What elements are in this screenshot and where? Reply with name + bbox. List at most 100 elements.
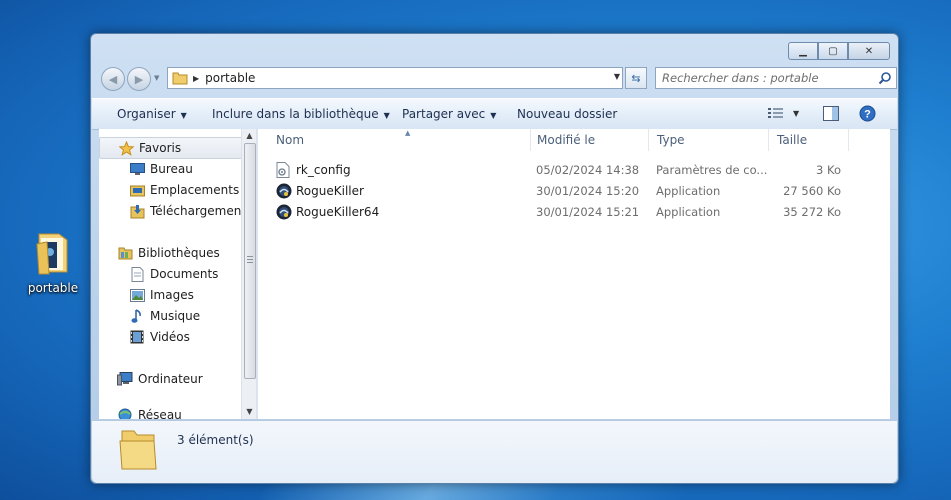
explorer-window: ▁ ▢ ✕ ◀ ▶ ▼ ▶ portable ▼ ⇆ Rechercher da…: [90, 33, 899, 484]
navigation-scrollbar[interactable]: ▲ ▼: [241, 129, 257, 419]
column-header-size[interactable]: Taille: [769, 129, 849, 151]
navigation-pane: Favoris Bureau Emplacements récents Télé…: [99, 129, 249, 419]
share-button[interactable]: Partager avec ▼: [402, 107, 496, 121]
roguekiller-app-icon: [276, 204, 292, 223]
nav-pictures[interactable]: Images: [129, 285, 194, 305]
nav-libraries[interactable]: Bibliothèques: [117, 243, 220, 263]
videos-icon: [129, 329, 145, 345]
nav-label: Vidéos: [150, 330, 190, 344]
close-button[interactable]: ✕: [848, 42, 890, 60]
minimize-button[interactable]: ▁: [788, 42, 818, 60]
navigation-row: ◀ ▶ ▼ ▶ portable ▼ ⇆ Rechercher dans : p…: [99, 66, 897, 92]
share-label: Partager avec: [402, 107, 486, 121]
close-icon: ✕: [864, 45, 874, 57]
folder-icon: [36, 233, 68, 275]
column-header-name[interactable]: Nom ▲: [268, 129, 531, 151]
desktop-folder-portable[interactable]: portable: [22, 230, 84, 295]
folder-icon: [119, 430, 157, 470]
preview-pane-icon: [823, 106, 839, 121]
file-type: Paramètres de co...: [656, 163, 768, 177]
svg-text:?: ?: [864, 109, 871, 121]
chevron-down-icon: ▼: [490, 111, 497, 120]
file-type: Application: [656, 205, 721, 219]
downloads-icon: [129, 203, 145, 219]
nav-desktop[interactable]: Bureau: [129, 159, 193, 179]
caption-buttons: ▁ ▢ ✕: [788, 42, 890, 60]
refresh-button[interactable]: ⇆: [625, 67, 647, 89]
command-bar: Organiser ▼ Inclure dans la bibliothèque ▼…: [92, 98, 897, 130]
column-size-label: Taille: [777, 133, 808, 147]
nav-label: Emplacements récents: [150, 183, 249, 197]
new-folder-label: Nouveau dossier: [517, 107, 618, 121]
nav-label: Images: [150, 288, 194, 302]
search-box[interactable]: Rechercher dans : portable: [655, 67, 897, 89]
maximize-icon: ▢: [828, 45, 838, 57]
music-icon: [129, 308, 145, 324]
breadcrumb-separator-icon[interactable]: ▶: [193, 74, 199, 83]
nav-label: Bureau: [150, 162, 193, 176]
pictures-icon: [129, 287, 145, 303]
nav-label: Téléchargements: [150, 204, 249, 218]
new-folder-button[interactable]: Nouveau dossier: [517, 107, 617, 121]
column-modified-label: Modifié le: [537, 133, 596, 147]
maximize-button[interactable]: ▢: [818, 42, 848, 60]
item-count: 3 élément(s): [177, 433, 254, 447]
address-bar[interactable]: ▶ portable ▼: [167, 67, 623, 89]
file-size: 3 Ko: [816, 163, 841, 177]
scroll-thumb[interactable]: [244, 143, 256, 379]
view-options-button[interactable]: ▼: [768, 107, 799, 119]
back-button[interactable]: ◀: [101, 67, 125, 91]
nav-network[interactable]: Réseau: [117, 405, 182, 419]
nav-music[interactable]: Musique: [129, 306, 200, 326]
documents-icon: [129, 266, 145, 282]
recent-places-icon: [129, 182, 145, 198]
organize-button[interactable]: Organiser ▼: [117, 107, 187, 121]
roguekiller-app-icon: [276, 183, 292, 202]
search-icon[interactable]: [878, 71, 892, 85]
view-list-icon: [768, 108, 783, 118]
preview-pane-button[interactable]: [823, 106, 839, 124]
forward-button[interactable]: ▶: [127, 67, 151, 91]
scroll-up-icon[interactable]: ▲: [242, 129, 257, 143]
star-icon: [118, 140, 134, 156]
column-header-modified[interactable]: Modifié le: [529, 129, 649, 151]
folder-icon: [172, 72, 188, 85]
organize-label: Organiser: [117, 107, 176, 121]
nav-downloads[interactable]: Téléchargements: [129, 201, 249, 221]
scroll-down-icon[interactable]: ▼: [242, 405, 257, 419]
search-input[interactable]: Rechercher dans : portable: [662, 71, 878, 85]
nav-computer[interactable]: Ordinateur: [117, 369, 203, 389]
libraries-icon: [117, 245, 133, 261]
file-modified: 30/01/2024 15:20: [536, 184, 640, 198]
nav-documents[interactable]: Documents: [129, 264, 218, 284]
nav-videos[interactable]: Vidéos: [129, 327, 190, 347]
chevron-down-icon: ▼: [154, 74, 160, 82]
file-modified: 05/02/2024 14:38: [536, 163, 640, 177]
help-button[interactable]: ?: [859, 105, 876, 125]
file-name: RogueKiller64: [296, 205, 380, 219]
nav-favorites[interactable]: Favoris: [99, 137, 249, 159]
file-type: Application: [656, 184, 721, 198]
back-arrow-icon: ◀: [108, 72, 118, 86]
breadcrumb-portable[interactable]: portable: [205, 71, 255, 85]
recent-pages-dropdown[interactable]: ▼: [154, 74, 159, 82]
chevron-down-icon: ▼: [180, 111, 187, 120]
include-library-label: Inclure dans la bibliothèque: [212, 107, 379, 121]
nav-label: Musique: [150, 309, 201, 323]
address-history-dropdown[interactable]: ▼: [614, 72, 620, 81]
nav-label: Documents: [150, 267, 219, 281]
details-pane: 3 élément(s): [92, 420, 897, 483]
nav-recent-places[interactable]: Emplacements récents: [129, 180, 249, 200]
nav-label: Favoris: [139, 141, 182, 155]
include-library-button[interactable]: Inclure dans la bibliothèque ▼: [212, 107, 390, 121]
forward-arrow-icon: ▶: [134, 72, 144, 86]
minimize-icon: ▁: [799, 45, 807, 57]
file-size: 27 560 Ko: [783, 184, 841, 198]
nav-label: Ordinateur: [138, 372, 203, 386]
refresh-icon: ⇆: [631, 71, 641, 85]
help-icon: ?: [859, 105, 876, 122]
file-name: RogueKiller: [296, 184, 364, 198]
file-name: rk_config: [296, 163, 351, 177]
desktop-icon-label: portable: [27, 281, 79, 295]
column-header-type[interactable]: Type: [649, 129, 769, 151]
